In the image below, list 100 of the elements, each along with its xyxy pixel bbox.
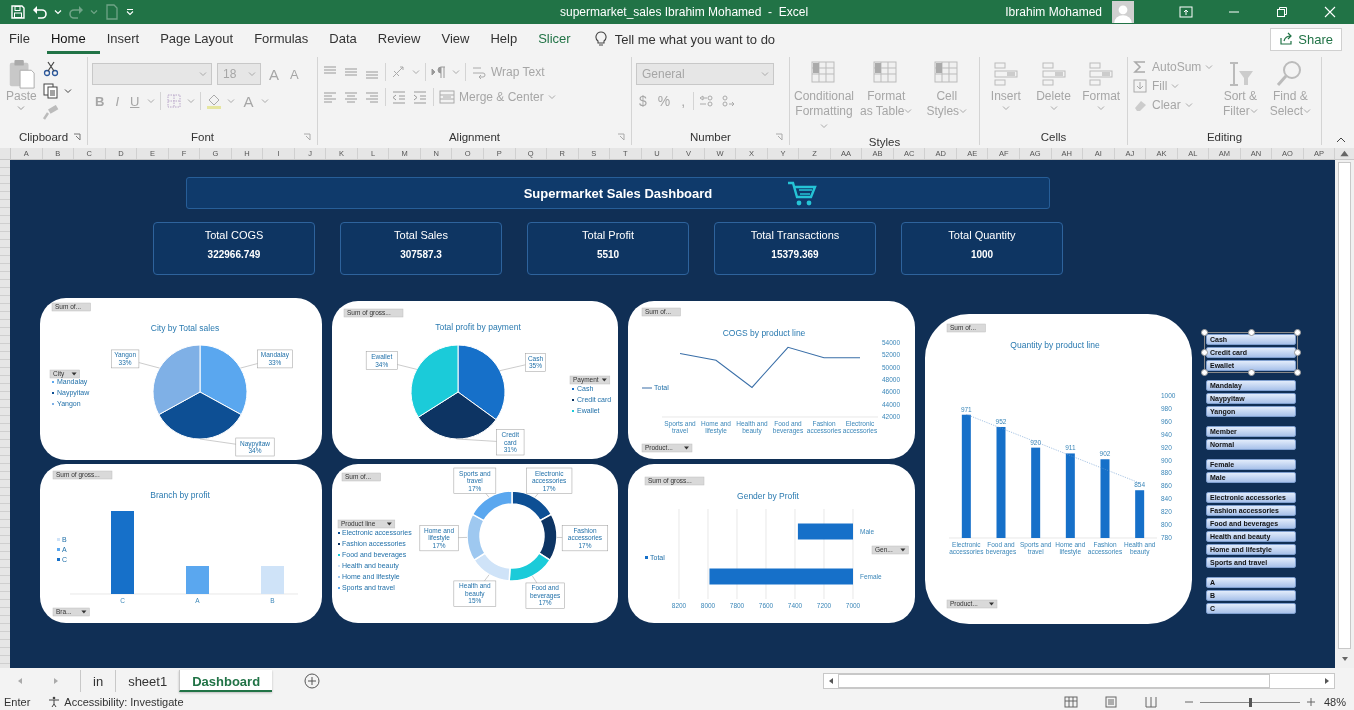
normal-view-icon[interactable]	[1063, 696, 1078, 708]
kpi-value: 307587.3	[400, 249, 442, 260]
dashboard-title: Supermarket Sales Dashboard	[523, 185, 713, 201]
group-label: Styles	[868, 136, 901, 148]
resize-handle[interactable]	[1201, 369, 1208, 376]
undo-icon[interactable]	[32, 4, 48, 20]
caret-icon	[248, 70, 256, 78]
kpi-value: 322966.749	[207, 249, 261, 260]
bar	[797, 523, 853, 540]
chart-title: Total profit by payment	[435, 322, 521, 332]
ribbon-tab[interactable]: Help	[486, 24, 532, 54]
add-sheet-icon[interactable]	[304, 673, 321, 689]
bar	[1135, 490, 1145, 538]
sheet-tab[interactable]: Dashboard	[179, 670, 273, 692]
kpi-label: Total Quantity	[948, 229, 1016, 241]
ribbon-display-icon[interactable]	[1179, 6, 1193, 18]
group-label: Number	[690, 131, 731, 143]
legend-marker	[641, 387, 653, 389]
lightbulb-icon	[594, 31, 607, 47]
resize-handle[interactable]	[1247, 329, 1255, 336]
redo-icon[interactable]	[68, 4, 84, 20]
ribbon-tab[interactable]: File	[5, 24, 44, 54]
kpi-value: 1000	[970, 249, 994, 260]
page-layout-icon[interactable]	[1103, 696, 1118, 708]
caret-icon	[959, 107, 968, 115]
document-icon[interactable]	[104, 4, 120, 20]
caret-icon	[17, 104, 26, 112]
ribbon-tab[interactable]: Home	[46, 24, 100, 54]
caret-icon	[1001, 104, 1010, 112]
caret-icon	[820, 122, 828, 130]
kpi-label: Total Transactions	[750, 229, 840, 241]
caret-icon	[904, 107, 913, 115]
share-button[interactable]: Share	[1270, 27, 1342, 51]
group-label: Clipboard	[18, 131, 69, 143]
kpi-label: Total Sales	[394, 229, 448, 241]
chart-title: City by Total sales	[150, 323, 220, 333]
ribbon-tab[interactable]: Data	[325, 24, 371, 54]
ribbon-tab[interactable]: View	[437, 24, 484, 54]
editing-icon	[1132, 78, 1148, 94]
kpi-label: Total COGS	[204, 229, 264, 241]
scroll-left-icon[interactable]	[827, 677, 835, 685]
resize-handle[interactable]	[1247, 369, 1255, 376]
scroll-down-icon[interactable]	[1339, 655, 1350, 663]
chart-title: Branch by profit	[150, 490, 210, 500]
group-label: Alignment	[448, 131, 501, 143]
group-label: Cells	[1040, 131, 1067, 143]
avatar-icon[interactable]	[1112, 1, 1134, 23]
accessibility-icon[interactable]	[48, 696, 61, 708]
scroll-right-icon[interactable]	[1323, 677, 1331, 685]
merge-cells-icon	[439, 89, 455, 105]
user-name: Ibrahim Mohamed	[1005, 5, 1102, 19]
previous-sheet-icon[interactable]	[16, 677, 24, 685]
page-break-icon[interactable]	[1143, 696, 1158, 708]
zoom-in-icon[interactable]	[1305, 697, 1316, 707]
next-sheet-icon[interactable]	[52, 677, 60, 685]
caret-icon	[761, 70, 769, 78]
wrap-text-icon	[471, 64, 487, 80]
zoom-level[interactable]: 48%	[1323, 696, 1346, 708]
resize-handle[interactable]	[1201, 329, 1208, 336]
group-label: Font	[191, 131, 214, 143]
horizontal-scrollbar[interactable]	[823, 673, 1335, 689]
sheet-tab[interactable]: in	[80, 670, 116, 692]
resize-handle[interactable]	[1294, 329, 1301, 336]
customize-icon[interactable]	[126, 8, 134, 16]
cart-icon	[787, 181, 817, 207]
chart-title: Quantity by product line	[1010, 340, 1100, 350]
kpi-value: 5510	[596, 249, 620, 260]
caret-icon	[1097, 104, 1106, 112]
window-title: supermarket_sales Ibrahim Mohamed - Excel	[560, 5, 809, 19]
maximize-icon[interactable]	[1275, 6, 1289, 18]
ribbon-tab[interactable]: Review	[373, 24, 435, 54]
ribbon-tab[interactable]: Page Layout	[156, 24, 248, 54]
chart-title: COGS by product line	[722, 328, 806, 338]
group-label: Editing	[1206, 131, 1243, 143]
close-icon[interactable]	[1323, 6, 1337, 18]
caret-icon	[1171, 82, 1180, 90]
caret-icon	[1303, 107, 1312, 115]
caret-icon	[1205, 63, 1214, 71]
ribbon-tab[interactable]: Insert	[102, 24, 154, 54]
resize-handle[interactable]	[1201, 349, 1208, 356]
caret-icon	[547, 93, 556, 101]
tell-me-field[interactable]: Tell me what you want to do	[614, 31, 835, 47]
accessibility-status[interactable]: Accessibility: Investigate	[64, 696, 184, 708]
caret-icon	[1184, 101, 1193, 109]
ribbon-tab[interactable]: Slicer	[534, 24, 585, 54]
chart-title: Gender by Profit	[737, 491, 799, 501]
resize-handle[interactable]	[1294, 369, 1301, 376]
legend-marker	[645, 556, 648, 559]
caret-icon	[1249, 107, 1258, 115]
share-icon	[1279, 32, 1294, 46]
kpi-label: Total Profit	[582, 229, 634, 241]
ribbon-tab[interactable]: Formulas	[250, 24, 323, 54]
slider-thumb[interactable]	[1248, 697, 1252, 707]
status-mode: Enter	[4, 696, 31, 708]
kpi-value: 15379.369	[771, 249, 819, 260]
caret-icon	[199, 70, 207, 78]
save-icon[interactable]	[10, 4, 26, 20]
resize-handle[interactable]	[1294, 349, 1301, 356]
editing-icon	[1132, 59, 1148, 75]
caret-icon	[1049, 104, 1058, 112]
